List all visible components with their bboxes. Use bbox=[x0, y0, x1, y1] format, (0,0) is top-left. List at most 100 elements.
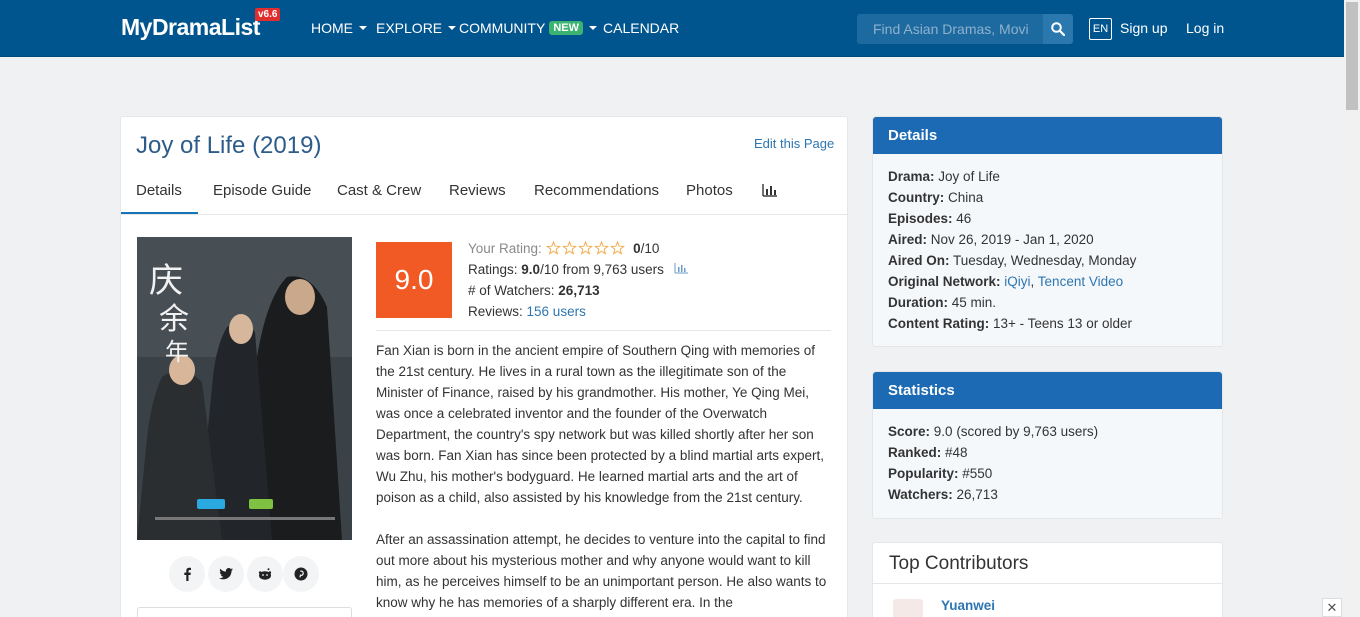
detail-label: Episodes: bbox=[888, 211, 953, 226]
chevron-down-icon bbox=[448, 26, 457, 30]
tab-reviews[interactable]: Reviews bbox=[449, 182, 506, 199]
login-link[interactable]: Log in bbox=[1186, 20, 1224, 36]
your-rating-value: 0 bbox=[633, 241, 641, 256]
stat-value: #48 bbox=[945, 445, 968, 460]
detail-label: Country: bbox=[888, 190, 945, 205]
detail-row-content-rating: Content Rating: 13+ - Teens 13 or older bbox=[888, 313, 1207, 334]
tab-cast-crew[interactable]: Cast & Crew bbox=[337, 182, 421, 199]
top-contributors-box: Top Contributors Yuanwei bbox=[872, 542, 1223, 617]
tab-recommendations[interactable]: Recommendations bbox=[534, 182, 659, 199]
nav-explore-label: EXPLORE bbox=[376, 20, 443, 36]
scrollbar-thumb[interactable] bbox=[1346, 2, 1358, 110]
divider bbox=[873, 583, 1222, 584]
search-icon bbox=[1051, 22, 1065, 36]
tab-episode-guide[interactable]: Episode Guide bbox=[213, 182, 311, 199]
star-icon[interactable] bbox=[577, 240, 593, 255]
drama-poster[interactable]: 庆 余 年 bbox=[137, 237, 352, 540]
statistics-box: Statistics Score: 9.0 (scored by 9,763 u… bbox=[872, 371, 1223, 519]
detail-row-network: Original Network: iQiyi, Tencent Video bbox=[888, 274, 1124, 289]
top-contributors-heading: Top Contributors bbox=[889, 553, 1029, 574]
detail-label: Original Network: bbox=[888, 274, 1001, 289]
nav-home-label: HOME bbox=[311, 20, 353, 36]
watchers-value: 26,713 bbox=[558, 283, 600, 298]
top-navbar: MyDramaList v6.6 HOME EXPLORE COMMUNITY … bbox=[0, 0, 1344, 57]
detail-row-episodes: Episodes: 46 bbox=[888, 208, 1207, 229]
reviews-row: Reviews: 156 users bbox=[468, 304, 586, 319]
stat-row-watchers: Watchers: 26,713 bbox=[888, 484, 1207, 505]
share-facebook-button[interactable] bbox=[169, 556, 205, 592]
detail-row-country: Country: China bbox=[888, 187, 1207, 208]
rating-stars[interactable] bbox=[545, 240, 626, 256]
chevron-down-icon bbox=[589, 26, 597, 30]
nav-calendar-label: CALENDAR bbox=[603, 20, 680, 36]
search-button[interactable] bbox=[1043, 14, 1073, 44]
bar-chart-icon bbox=[762, 184, 777, 197]
detail-value: 13+ - Teens 13 or older bbox=[993, 316, 1132, 331]
svg-text:余: 余 bbox=[159, 302, 189, 337]
ratings-value: 9.0 bbox=[521, 262, 541, 277]
stat-row-ranked: Ranked: #48 bbox=[888, 442, 1207, 463]
nav-explore[interactable]: EXPLORE bbox=[376, 20, 457, 36]
bar-chart-icon[interactable] bbox=[674, 263, 688, 274]
detail-label: Aired On: bbox=[888, 253, 950, 268]
version-badge: v6.6 bbox=[255, 8, 281, 21]
pinterest-icon bbox=[294, 567, 308, 581]
stat-label: Ranked: bbox=[888, 445, 942, 460]
your-rating-label: Your Rating: bbox=[468, 241, 542, 256]
avatar[interactable] bbox=[893, 599, 923, 617]
nav-home[interactable]: HOME bbox=[311, 20, 367, 36]
tab-details[interactable]: Details bbox=[136, 182, 182, 199]
detail-row-aired: Aired: Nov 26, 2019 - Jan 1, 2020 bbox=[888, 229, 1207, 250]
poster-action-box[interactable] bbox=[137, 607, 352, 617]
stat-row-score: Score: 9.0 (scored by 9,763 users) bbox=[888, 421, 1207, 442]
watchers-label: # of Watchers: bbox=[468, 283, 555, 298]
nav-community[interactable]: COMMUNITY NEW bbox=[459, 20, 597, 36]
star-icon[interactable] bbox=[545, 240, 561, 255]
divider bbox=[376, 330, 831, 331]
network-link-iqiyi[interactable]: iQiyi bbox=[1004, 274, 1030, 289]
stat-value: 9.0 (scored by 9,763 users) bbox=[933, 424, 1099, 439]
stat-row-popularity: Popularity: #550 bbox=[888, 463, 1207, 484]
detail-value: Tuesday, Wednesday, Monday bbox=[953, 253, 1137, 268]
star-icon[interactable] bbox=[609, 240, 625, 255]
stat-value: #550 bbox=[962, 466, 993, 481]
site-logo[interactable]: MyDramaList bbox=[121, 14, 260, 41]
contributor-link[interactable]: Yuanwei bbox=[941, 598, 995, 613]
tab-statistics[interactable] bbox=[762, 184, 777, 201]
ratings-label: Ratings: bbox=[468, 262, 518, 277]
synopsis-paragraph: Fan Xian is born in the ancient empire o… bbox=[376, 343, 824, 505]
share-twitter-button[interactable] bbox=[208, 556, 244, 592]
stat-label: Watchers: bbox=[888, 487, 953, 502]
details-heading: Details bbox=[873, 117, 1222, 154]
active-tab-indicator bbox=[121, 212, 198, 214]
watchers-row: # of Watchers: 26,713 bbox=[468, 283, 600, 298]
search-input[interactable] bbox=[857, 14, 1043, 44]
ratings-from: /10 from 9,763 users bbox=[540, 262, 664, 277]
language-button[interactable]: EN bbox=[1089, 18, 1112, 40]
poster-artwork: 庆 余 年 bbox=[137, 237, 352, 540]
close-icon[interactable]: ✕ bbox=[1322, 598, 1342, 617]
star-icon[interactable] bbox=[561, 240, 577, 255]
ratings-row: Ratings: 9.0/10 from 9,763 users bbox=[468, 262, 688, 277]
share-pinterest-button[interactable] bbox=[283, 556, 319, 592]
svg-text:年: 年 bbox=[165, 338, 189, 366]
signup-link[interactable]: Sign up bbox=[1120, 20, 1167, 36]
synopsis-paragraph: After an assassination attempt, he decid… bbox=[376, 532, 827, 610]
share-reddit-button[interactable] bbox=[247, 556, 283, 592]
nav-calendar[interactable]: CALENDAR bbox=[603, 20, 679, 36]
detail-value: 46 bbox=[956, 211, 972, 226]
chevron-down-icon bbox=[359, 26, 367, 30]
page-title: Joy of Life (2019) bbox=[136, 132, 322, 159]
edit-page-link[interactable]: Edit this Page bbox=[754, 136, 834, 151]
tab-photos[interactable]: Photos bbox=[686, 182, 733, 199]
reviews-link[interactable]: 156 users bbox=[527, 304, 586, 319]
details-box: Details Drama: Joy of Life Country: Chin… bbox=[872, 116, 1223, 347]
reddit-icon bbox=[258, 568, 272, 580]
detail-row-duration: Duration: 45 min. bbox=[888, 292, 1207, 313]
network-link-tencent[interactable]: Tencent Video bbox=[1038, 274, 1123, 289]
your-rating-suffix: /10 bbox=[640, 241, 660, 256]
score-box: 9.0 bbox=[376, 242, 452, 318]
your-rating-row: Your Rating: 0/10 bbox=[468, 240, 660, 256]
star-icon[interactable] bbox=[593, 240, 609, 255]
detail-label: Drama: bbox=[888, 169, 935, 184]
